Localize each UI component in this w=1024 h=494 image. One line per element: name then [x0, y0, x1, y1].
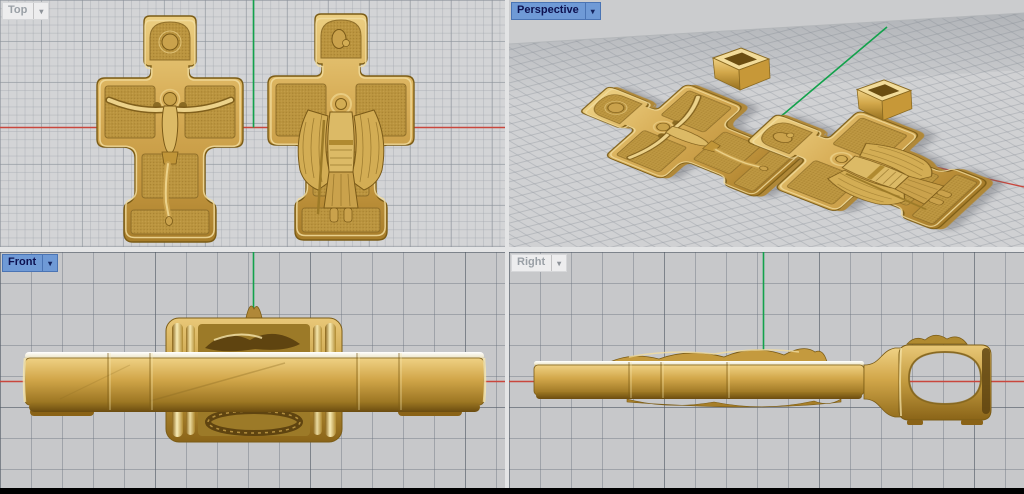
viewport-title: Perspective — [512, 3, 585, 19]
cross-front-model[interactable] — [97, 16, 243, 242]
viewport-menu-arrow-icon[interactable]: ▾ — [585, 3, 600, 19]
cross-back-model[interactable] — [268, 14, 414, 240]
top-view-canvas — [0, 0, 505, 247]
viewport-title: Right — [512, 255, 551, 271]
window-edge — [0, 488, 1024, 494]
viewport-top[interactable]: Top ▾ — [0, 0, 505, 247]
viewport-tab-front[interactable]: Front ▾ — [2, 254, 58, 272]
viewport-menu-arrow-icon[interactable]: ▾ — [42, 255, 57, 271]
viewport-tab-right[interactable]: Right ▾ — [511, 254, 567, 272]
viewport-right[interactable]: Right ▾ — [509, 252, 1024, 488]
front-view-canvas — [0, 252, 505, 488]
viewport-grid: Top ▾ — [0, 0, 1024, 488]
viewport-perspective[interactable]: Perspective ▾ — [509, 0, 1024, 247]
viewport-title: Front — [3, 255, 42, 271]
viewport-tab-top[interactable]: Top ▾ — [2, 2, 49, 20]
viewport-front[interactable]: Front ▾ — [0, 252, 505, 488]
viewport-menu-arrow-icon[interactable]: ▾ — [551, 255, 566, 271]
right-view-canvas — [509, 252, 1024, 488]
viewport-tab-perspective[interactable]: Perspective ▾ — [511, 2, 601, 20]
viewport-menu-arrow-icon[interactable]: ▾ — [33, 3, 48, 19]
viewport-title: Top — [3, 3, 33, 19]
cross-side-profile-model[interactable] — [534, 335, 991, 425]
cross-front-profile-model[interactable] — [24, 306, 485, 442]
